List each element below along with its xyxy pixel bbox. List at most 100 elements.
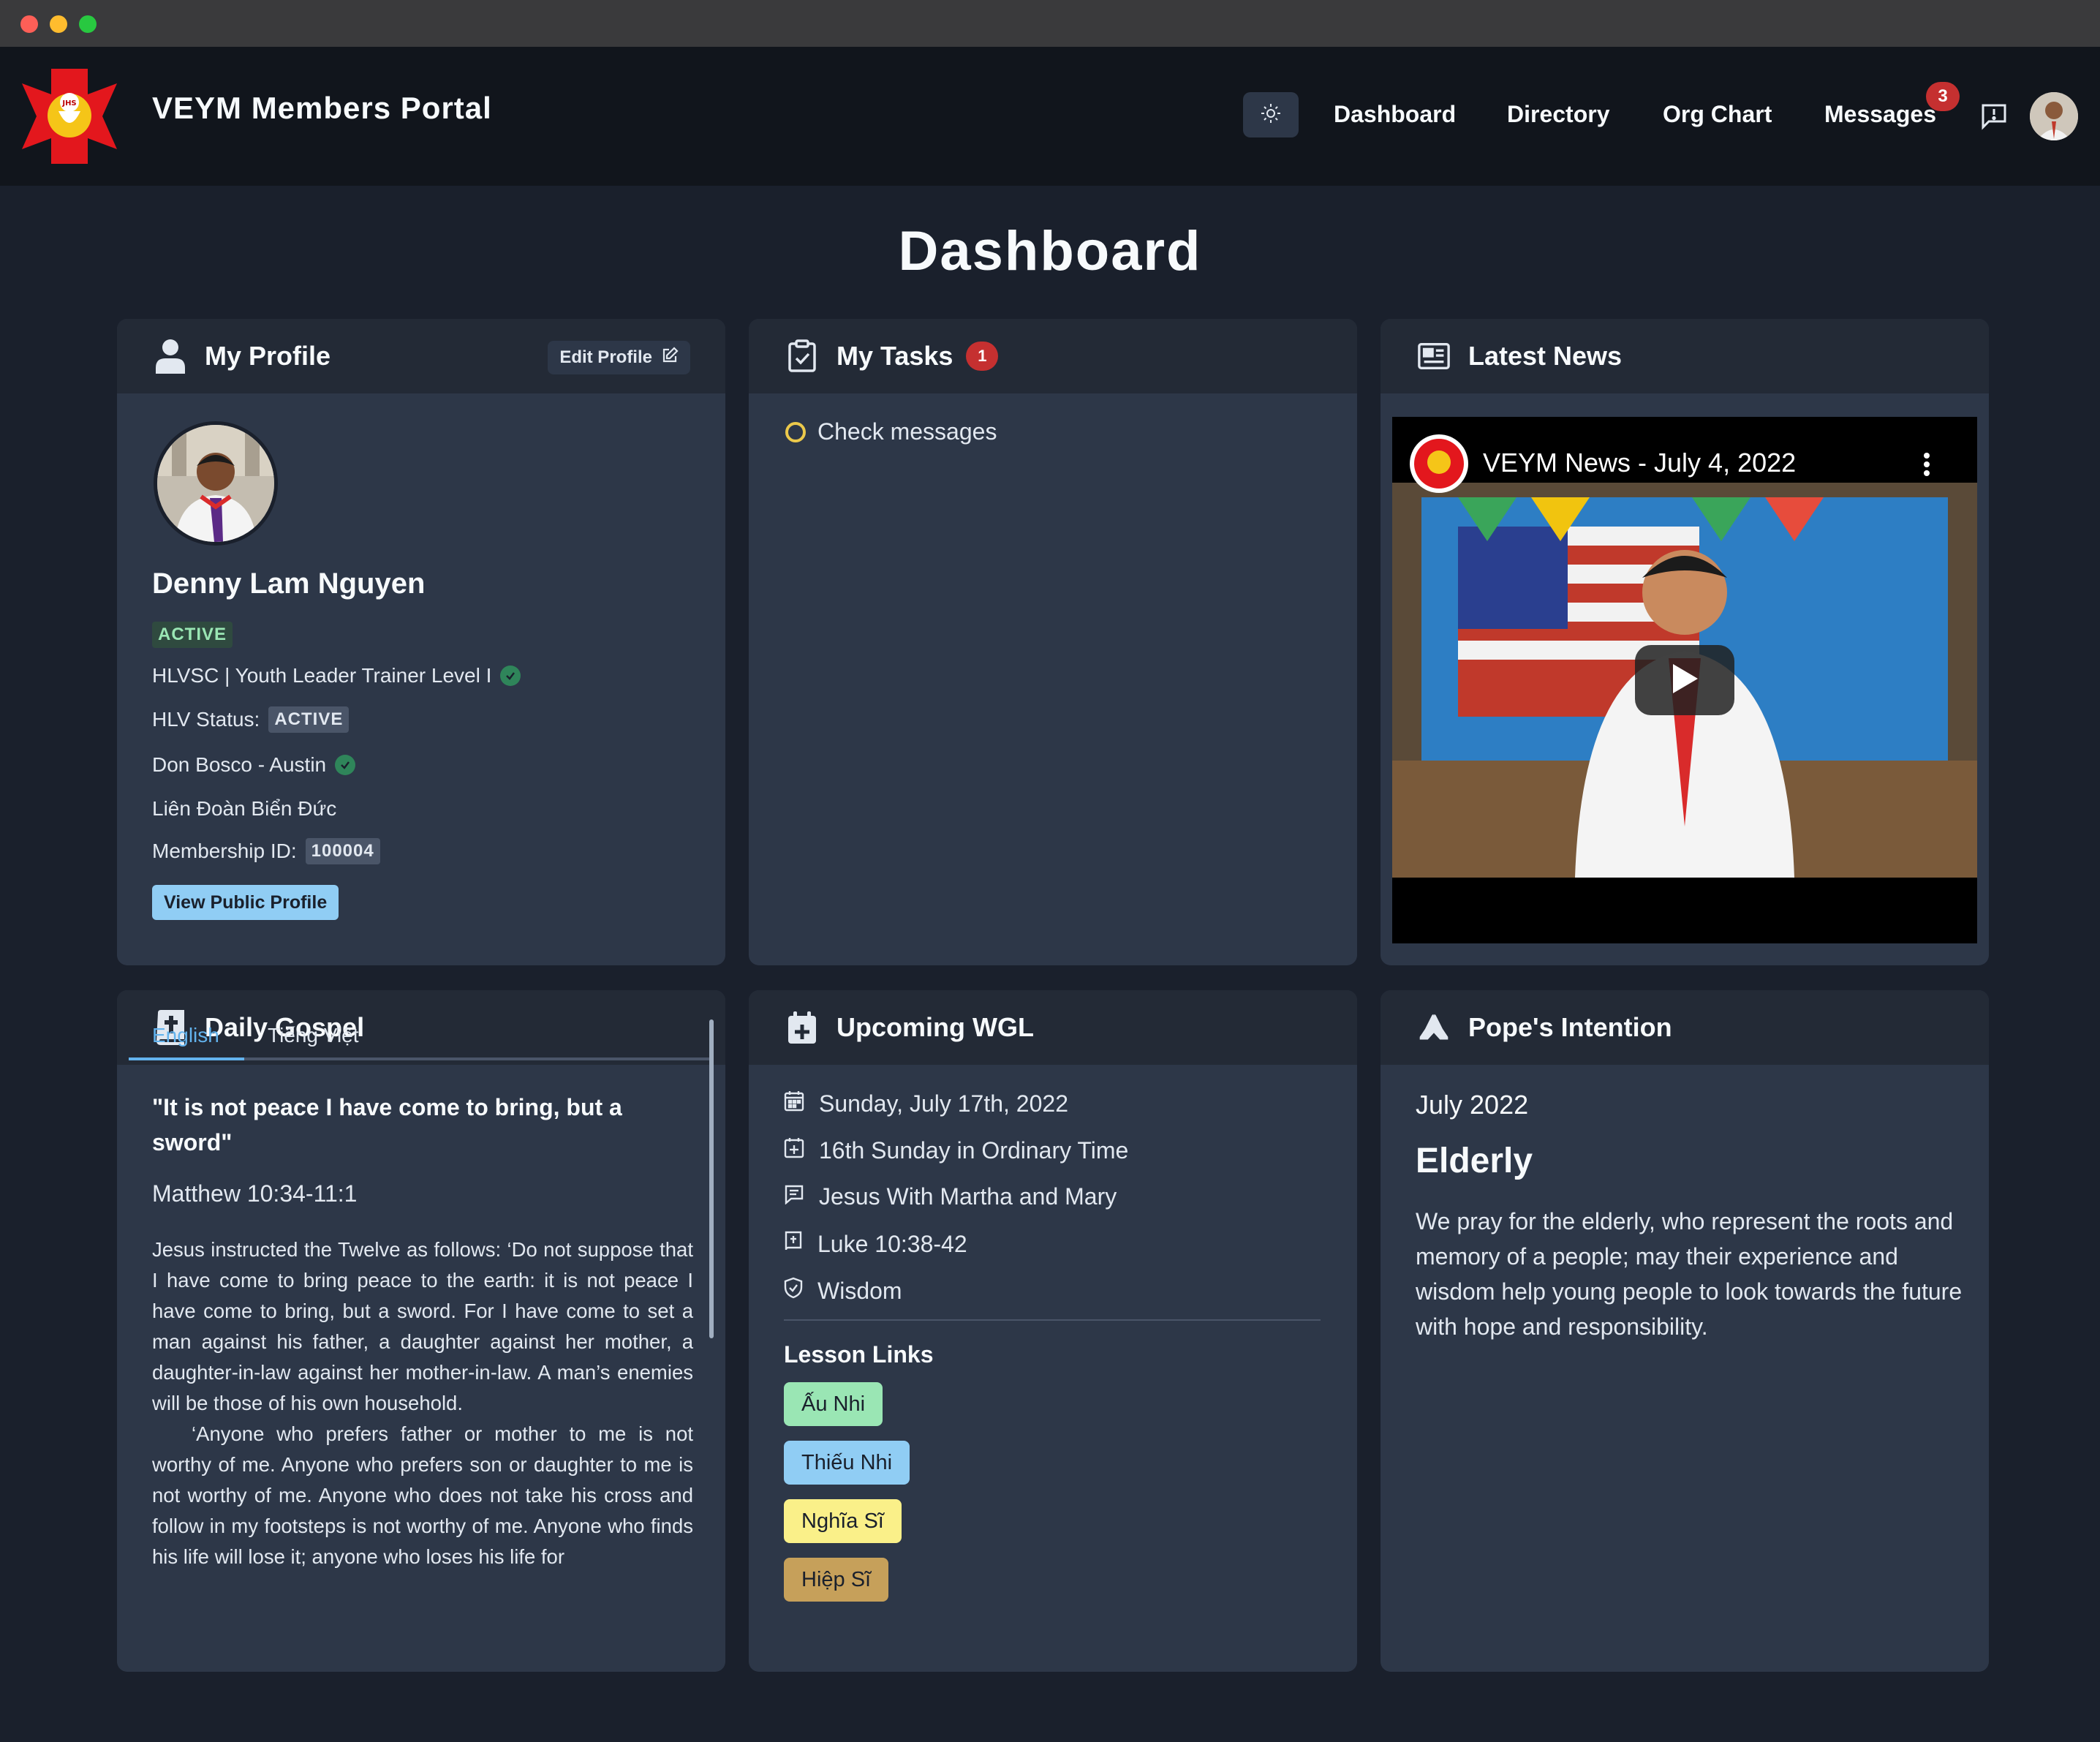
user-avatar-menu[interactable] (2030, 92, 2078, 140)
video-title: VEYM News - July 4, 2022 (1483, 448, 1797, 478)
wgl-liturgy: 16th Sunday in Ordinary Time (819, 1136, 1129, 1164)
card-title: Latest News (1468, 341, 1623, 371)
play-button[interactable] (1635, 645, 1734, 715)
league-text: Liên Đoàn Biển Đức (152, 797, 337, 820)
calendar-plus-icon (784, 1136, 804, 1164)
shield-icon (784, 1277, 803, 1305)
status-badge: ACTIVE (152, 622, 233, 648)
tab-english[interactable]: English (152, 1024, 219, 1047)
gospel-scrollbar[interactable] (709, 1019, 714, 1338)
membership-label: Membership ID: (152, 840, 297, 862)
gospel-quote: "It is not peace I have come to bring, b… (152, 1094, 622, 1155)
close-window-button[interactable] (20, 15, 38, 33)
message-icon (784, 1183, 804, 1210)
training-line: HLVSC | Youth Leader Trainer Level I (152, 664, 521, 687)
card-title: My Profile (205, 341, 331, 371)
wgl-virtue-row: Wisdom (784, 1277, 902, 1305)
pope-intention-heading: Elderly (1416, 1142, 1533, 1180)
card-header: Upcoming WGL (749, 990, 1357, 1065)
task-status-circle-icon[interactable] (785, 421, 806, 442)
card-header: My Tasks 1 (749, 319, 1357, 393)
wgl-reading-row: Luke 10:38-42 (784, 1230, 967, 1258)
my-tasks-card: My Tasks 1 Check messages (749, 319, 1357, 965)
news-video-player[interactable]: VEYM News - July 4, 2022 (1392, 417, 1977, 943)
more-vertical-icon[interactable] (1923, 452, 1930, 480)
logo-text: JHS (61, 99, 76, 108)
card-title: My Tasks (836, 341, 953, 371)
calendar-plus-icon (785, 1011, 819, 1044)
theme-toggle-button[interactable] (1243, 92, 1299, 137)
user-icon (154, 339, 187, 374)
gospel-language-tabs: English Tiếng Việt (129, 1018, 714, 1060)
wgl-virtue: Wisdom (817, 1277, 902, 1304)
chapter-text: Don Bosco - Austin (152, 753, 327, 776)
gospel-reference: Matthew 10:34-11:1 (152, 1180, 358, 1207)
lesson-link-au-nhi[interactable]: Ấu Nhi (784, 1382, 883, 1426)
nav-directory-link[interactable]: Directory (1507, 101, 1610, 128)
profile-photo (154, 421, 278, 546)
brand-title[interactable]: VEYM Members Portal (152, 91, 492, 126)
hlv-status-badge: ACTIVE (268, 706, 350, 733)
sun-icon (1260, 102, 1282, 128)
message-alert-icon[interactable] (1979, 101, 2009, 135)
lesson-link-nghia-si[interactable]: Nghĩa Sĩ (784, 1499, 902, 1543)
wgl-date-row: Sunday, July 17th, 2022 (784, 1090, 1068, 1117)
praying-hands-icon (1417, 1011, 1451, 1044)
card-title: Upcoming WGL (836, 1012, 1034, 1042)
messages-count-badge: 3 (1926, 82, 1960, 111)
veym-logo[interactable]: JHS (22, 69, 117, 164)
upcoming-wgl-card: Upcoming WGL Sunday, July 17th, 2022 16t… (749, 990, 1357, 1672)
chapter-line: Don Bosco - Austin (152, 753, 356, 777)
maximize-window-button[interactable] (79, 15, 97, 33)
card-header: My Profile Edit Profile (117, 319, 725, 393)
latest-news-card: Latest News VEYM News - July 4, 2022 (1381, 319, 1989, 965)
window-titlebar (0, 0, 2100, 47)
card-title: Pope's Intention (1468, 1012, 1672, 1042)
nav-dashboard-link[interactable]: Dashboard (1334, 101, 1456, 128)
task-count-badge: 1 (966, 342, 999, 371)
my-profile-card: My Profile Edit Profile Denny Lam Nguyen (117, 319, 725, 965)
task-label: Check messages (817, 418, 997, 445)
popes-intention-card: Pope's Intention July 2022 Elderly We pr… (1381, 990, 1989, 1672)
hlv-status-line: HLV Status: ACTIVE (152, 706, 350, 733)
card-header: Latest News (1381, 319, 1989, 393)
profile-name: Denny Lam Nguyen (152, 568, 426, 600)
gospel-paragraph: Jesus instructed the Twelve as follows: … (152, 1238, 693, 1414)
page-title: Dashboard (898, 220, 1202, 282)
wgl-date: Sunday, July 17th, 2022 (819, 1090, 1068, 1117)
edit-profile-label: Edit Profile (559, 347, 652, 367)
active-tab-indicator (129, 1057, 244, 1060)
nav-messages-link[interactable]: Messages (1824, 101, 1936, 128)
calendar-icon (784, 1090, 804, 1117)
clipboard-check-icon (785, 339, 819, 373)
hlv-status-label: HLV Status: (152, 708, 260, 731)
gospel-text: Jesus instructed the Twelve as follows: … (152, 1234, 693, 1572)
play-icon (1670, 663, 1699, 698)
card-header: Pope's Intention (1381, 990, 1989, 1065)
membership-line: Membership ID: 100004 (152, 838, 380, 864)
profile-status-line: ACTIVE (152, 622, 233, 648)
wgl-theme: Jesus With Martha and Mary (819, 1183, 1117, 1210)
lesson-link-thieu-nhi[interactable]: Thiếu Nhi (784, 1441, 910, 1485)
bible-icon (784, 1230, 803, 1258)
minimize-window-button[interactable] (50, 15, 67, 33)
pope-intention-text: We pray for the elderly, who represent t… (1416, 1208, 1963, 1340)
nav-org-chart-link[interactable]: Org Chart (1663, 101, 1772, 128)
edit-profile-button[interactable]: Edit Profile (548, 341, 690, 374)
wgl-liturgy-row: 16th Sunday in Ordinary Time (784, 1136, 1128, 1164)
lesson-link-hiep-si[interactable]: Hiệp Sĩ (784, 1558, 889, 1602)
view-public-profile-button[interactable]: View Public Profile (152, 885, 339, 920)
daily-gospel-card: Daily Gospel English Tiếng Việt "It is n… (117, 990, 725, 1672)
membership-id-badge: 100004 (305, 838, 380, 864)
top-navbar: JHS VEYM Members Portal Dashboard Direct… (0, 47, 2100, 186)
lesson-links-title: Lesson Links (784, 1341, 934, 1368)
training-text: HLVSC | Youth Leader Trainer Level I (152, 664, 492, 687)
verified-check-icon (500, 665, 521, 686)
pope-intention-month: July 2022 (1416, 1090, 1529, 1120)
gospel-paragraph: ‘Anyone who prefers father or mother to … (152, 1422, 693, 1568)
tab-tieng-viet[interactable]: Tiếng Việt (268, 1024, 359, 1047)
wgl-reading: Luke 10:38-42 (817, 1230, 967, 1257)
edit-icon (661, 346, 679, 369)
task-item[interactable]: Check messages (785, 418, 997, 445)
league-line: Liên Đoàn Biển Đức (152, 797, 336, 821)
